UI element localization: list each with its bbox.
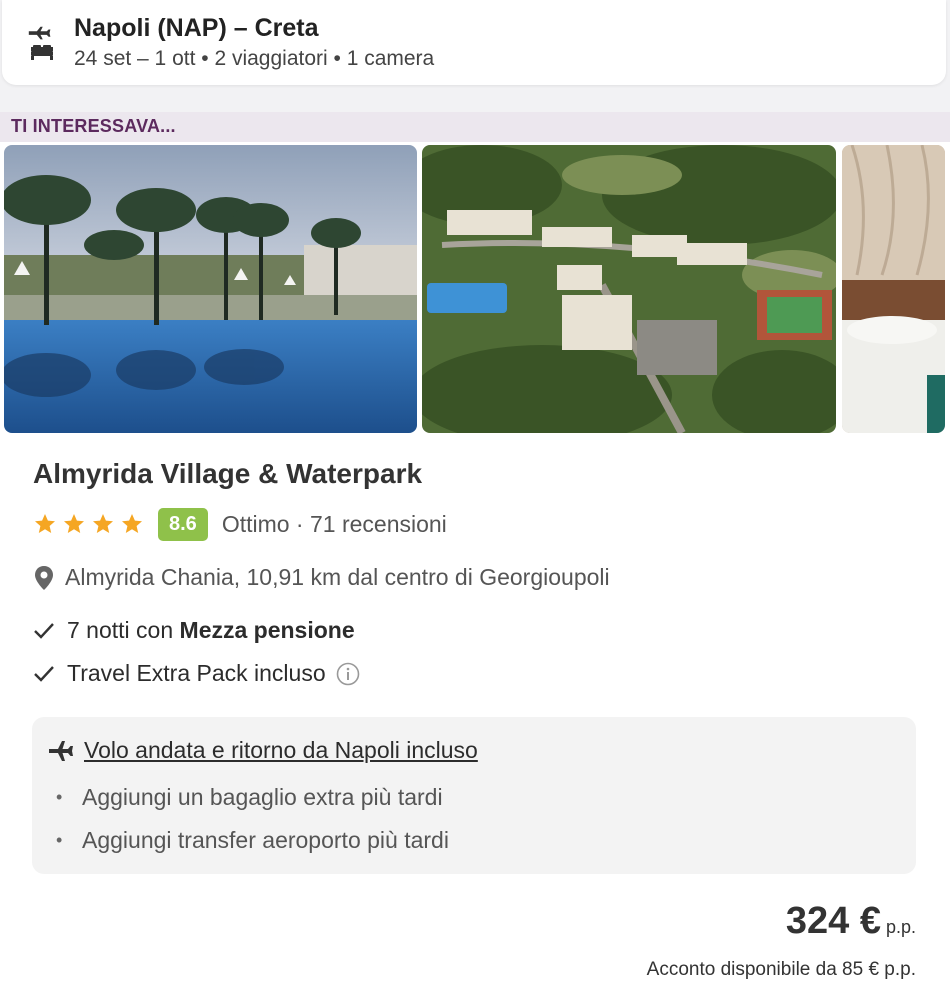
photo-gallery[interactable] — [0, 145, 950, 433]
feature-board-bold: Mezza pensione — [179, 617, 355, 643]
location-row: Almyrida Chania, 10,91 km dal centro di … — [33, 564, 610, 591]
flight-extra-item: • Aggiungi transfer aeroporto più tardi — [56, 827, 449, 854]
flight-header: Volo andata e ritorno da Napoli incluso — [48, 737, 478, 764]
feature-extra-pack: Travel Extra Pack incluso — [33, 660, 360, 687]
checkmark-icon — [34, 665, 54, 682]
map-pin-icon — [35, 565, 53, 590]
section-label: TI INTERESSAVA... — [11, 116, 176, 136]
hotel-photo-room[interactable] — [842, 145, 945, 433]
star-icon — [93, 514, 113, 533]
review-summary[interactable]: Ottimo · 71 recensioni — [222, 511, 447, 538]
star-icon — [35, 514, 55, 533]
deposit-text: Acconto disponibile da 85 € p.p. — [646, 959, 916, 980]
airplane-icon — [49, 740, 73, 761]
price-unit: p.p. — [885, 917, 916, 937]
flight-extra-item: • Aggiungi un bagaglio extra più tardi — [56, 784, 443, 811]
hotel-card[interactable]: TI INTERESSAVA... Almyrida Village & Wat… — [0, 112, 950, 1008]
flight-extra-transfer: Aggiungi transfer aeroporto più tardi — [82, 827, 449, 853]
search-details: 24 set – 1 ott • 2 viaggiatori • 1 camer… — [74, 46, 435, 70]
hotel-name[interactable]: Almyrida Village & Waterpark — [33, 458, 422, 490]
checkmark-icon — [34, 622, 54, 639]
info-icon[interactable] — [336, 662, 360, 686]
flight-hotel-icon — [22, 23, 62, 63]
price-value: 324 € — [785, 900, 881, 942]
feature-board-text: 7 notti con — [67, 617, 180, 643]
bullet-icon: • — [56, 787, 63, 807]
location-text: Almyrida Chania, 10,91 km dal centro di … — [65, 564, 610, 590]
star-rating — [33, 512, 144, 536]
star-icon — [64, 514, 84, 533]
flight-extra-baggage: Aggiungi un bagaglio extra più tardi — [82, 784, 443, 810]
price-block: 324 € p.p. — [786, 900, 916, 943]
flight-details-link[interactable]: Volo andata e ritorno da Napoli incluso — [84, 737, 478, 764]
search-summary-card[interactable]: Napoli (NAP) – Creta 24 set – 1 ott • 2 … — [2, 0, 946, 85]
rating-row: 8.6 Ottimo · 71 recensioni — [33, 506, 447, 542]
hotel-photo-pool[interactable] — [4, 145, 417, 433]
review-score-badge: 8.6 — [158, 507, 208, 541]
star-icon — [122, 514, 142, 533]
feature-extra-pack-text: Travel Extra Pack incluso — [67, 660, 326, 686]
search-route-title: Napoli (NAP) – Creta — [74, 13, 319, 42]
section-header: TI INTERESSAVA... — [0, 112, 950, 142]
bullet-icon: • — [56, 830, 63, 850]
hotel-photo-aerial[interactable] — [422, 145, 836, 433]
flight-info-box: Volo andata e ritorno da Napoli incluso … — [32, 717, 916, 874]
feature-board: 7 notti con Mezza pensione — [33, 617, 355, 644]
